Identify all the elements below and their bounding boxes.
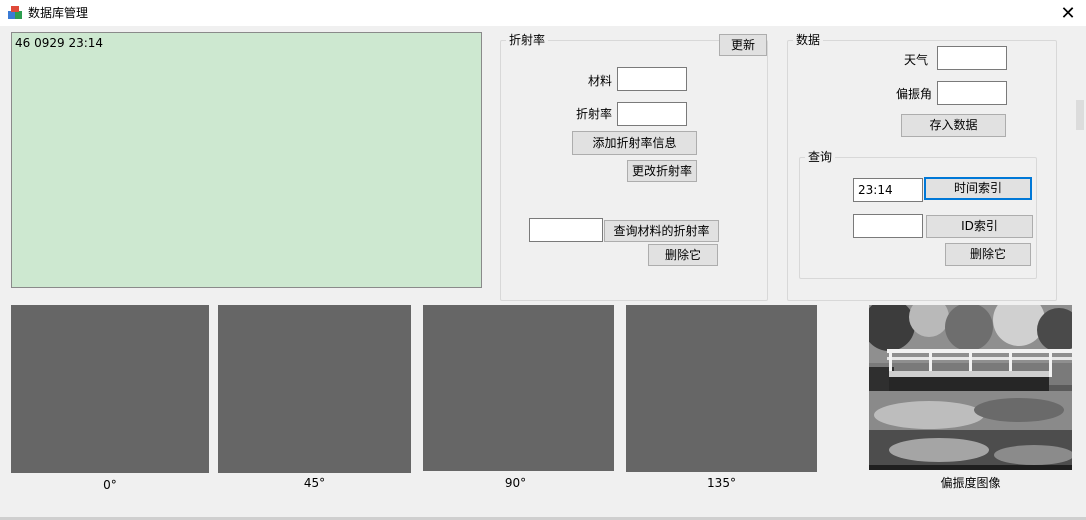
window-title: 数据库管理	[28, 6, 89, 20]
weather-input[interactable]	[937, 46, 1007, 70]
query-refraction-button[interactable]: 查询材料的折射率	[604, 220, 719, 242]
refresh-button[interactable]: 更新	[719, 34, 767, 56]
refractive-index-input[interactable]	[617, 102, 687, 126]
material-input[interactable]	[617, 67, 687, 91]
polar-angle-label: 偏振角	[895, 87, 932, 101]
title-bar	[0, 0, 1086, 26]
id-query-input[interactable]	[853, 214, 923, 238]
modify-refraction-button[interactable]: 更改折射率	[627, 160, 697, 182]
image-135-degree	[626, 305, 817, 472]
material-query-input[interactable]	[529, 218, 603, 242]
refractive-index-label: 折射率	[575, 107, 612, 121]
polarization-image	[869, 305, 1072, 470]
polar-angle-input[interactable]	[937, 81, 1007, 105]
scrollbar-stub	[1076, 100, 1084, 130]
caption-0-degree: 0°	[103, 478, 117, 492]
image-45-degree	[218, 305, 411, 473]
add-refraction-button[interactable]: 添加折射率信息	[572, 131, 697, 155]
refraction-group-title: 折射率	[506, 33, 549, 47]
weather-label: 天气	[903, 53, 928, 67]
time-index-button[interactable]: 时间索引	[924, 177, 1032, 200]
caption-45-degree: 45°	[303, 476, 326, 490]
polarization-caption: 偏振度图像	[940, 476, 1001, 490]
material-label: 材料	[587, 74, 612, 88]
caption-135-degree: 135°	[707, 476, 736, 490]
query-group-title: 查询	[805, 150, 836, 164]
caption-90-degree: 90°	[504, 476, 527, 490]
log-text-area[interactable]: 46 0929 23:14	[11, 32, 482, 288]
app-icon	[8, 6, 22, 19]
image-90-degree	[423, 305, 614, 471]
close-button[interactable]: ✕	[1050, 0, 1086, 26]
id-index-button[interactable]: ID索引	[926, 215, 1033, 238]
save-data-button[interactable]: 存入数据	[901, 114, 1006, 137]
data-group-title: 数据	[793, 33, 824, 47]
delete-data-button[interactable]: 删除它	[945, 243, 1031, 266]
image-0-degree	[11, 305, 209, 473]
time-query-input[interactable]: 23:14	[853, 178, 923, 202]
delete-refraction-button[interactable]: 删除它	[648, 244, 718, 266]
